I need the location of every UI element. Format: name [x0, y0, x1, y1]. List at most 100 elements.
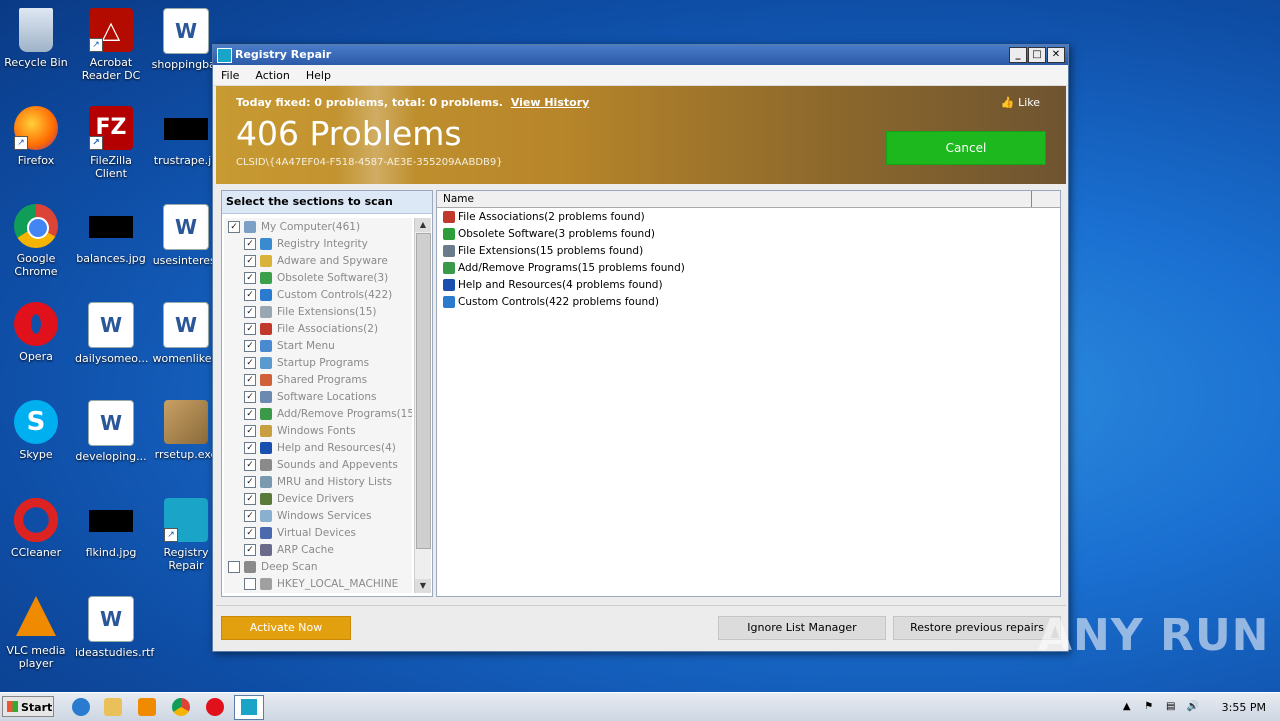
ie-icon[interactable]	[72, 698, 90, 716]
section-item[interactable]: ✓ Start Menu	[224, 337, 412, 354]
result-row[interactable]: Obsolete Software(3 problems found)	[437, 225, 1060, 242]
column-name[interactable]: Name	[437, 191, 1032, 207]
recycle-bin-icon[interactable]: Recycle Bin	[0, 8, 72, 69]
ccleaner-shortcut[interactable]: CCleaner	[0, 498, 72, 559]
section-item[interactable]: ✓ Obsolete Software(3)	[224, 269, 412, 286]
skype-shortcut[interactable]: S Skype	[0, 400, 72, 461]
volume-icon[interactable]: 🔊	[1186, 701, 1200, 713]
flkind-file[interactable]: flkind.jpg	[75, 498, 147, 559]
developing-file[interactable]: W developing...	[75, 400, 147, 463]
activate-now-button[interactable]: Activate Now	[221, 616, 351, 640]
section-item[interactable]: ✓ Adware and Spyware	[224, 252, 412, 269]
section-item[interactable]: ✓ Add/Remove Programs(15)	[224, 405, 412, 422]
section-checkbox[interactable]: ✓	[244, 509, 256, 522]
section-item[interactable]: ✓ MRU and History Lists	[224, 473, 412, 490]
fixed-summary: Today fixed: 0 problems, total: 0 proble…	[236, 96, 589, 109]
result-row[interactable]: Add/Remove Programs(15 problems found)	[437, 259, 1060, 276]
section-checkbox[interactable]: ✓	[244, 254, 256, 267]
section-checkbox[interactable]	[244, 577, 256, 590]
restore-previous-repairs-button[interactable]: Restore previous repairs	[893, 616, 1061, 640]
desktop-icon-label: developing...	[75, 450, 147, 463]
media-player-icon[interactable]	[138, 698, 156, 716]
registry-repair-taskbar-item[interactable]	[234, 695, 264, 720]
section-item[interactable]: ✓ Virtual Devices	[224, 524, 412, 541]
scroll-down-icon[interactable]: ▼	[415, 579, 431, 593]
firefox-shortcut[interactable]: ↗ Firefox	[0, 106, 72, 167]
menu-help[interactable]: Help	[298, 69, 339, 82]
balances-file[interactable]: balances.jpg	[75, 204, 147, 265]
result-row[interactable]: File Associations(2 problems found)	[437, 208, 1060, 225]
section-checkbox[interactable]: ✓	[244, 475, 256, 488]
word-doc-icon: W	[163, 8, 209, 54]
chrome-shortcut[interactable]: Google Chrome	[0, 204, 72, 278]
section-checkbox[interactable]: ✓	[244, 441, 256, 454]
acrobat-shortcut[interactable]: △ ↗ Acrobat Reader DC	[75, 8, 147, 82]
scroll-thumb[interactable]	[416, 233, 431, 549]
section-checkbox[interactable]: ✓	[244, 322, 256, 335]
ignore-list-manager-button[interactable]: Ignore List Manager	[718, 616, 886, 640]
section-item[interactable]: ✓ Device Drivers	[224, 490, 412, 507]
section-item[interactable]: ✓ Registry Integrity	[224, 235, 412, 252]
window-title: Registry Repair	[235, 48, 332, 61]
section-item[interactable]: ✓ Sounds and Appevents	[224, 456, 412, 473]
section-item[interactable]: ✓ Software Locations	[224, 388, 412, 405]
section-item[interactable]: ✓ Windows Services	[224, 507, 412, 524]
section-item[interactable]: ✓ Help and Resources(4)	[224, 439, 412, 456]
view-history-link[interactable]: View History	[511, 96, 589, 109]
flag-icon[interactable]: ⚑	[1142, 701, 1156, 713]
maximize-button[interactable]: □	[1028, 47, 1046, 63]
section-checkbox[interactable]: ✓	[244, 288, 256, 301]
scroll-up-icon[interactable]: ▲	[415, 218, 431, 232]
ideastudies-file[interactable]: W ideastudies.rtf	[75, 596, 154, 659]
menu-action[interactable]: Action	[247, 69, 297, 82]
section-checkbox[interactable]: ✓	[228, 220, 240, 233]
menu-file[interactable]: File	[213, 69, 247, 82]
section-item[interactable]: HKEY_LOCAL_MACHINE	[224, 575, 412, 592]
network-icon[interactable]: ▤	[1164, 701, 1178, 713]
section-checkbox[interactable]: ✓	[244, 424, 256, 437]
result-row[interactable]: File Extensions(15 problems found)	[437, 242, 1060, 259]
section-checkbox[interactable]: ✓	[244, 271, 256, 284]
section-checkbox[interactable]	[228, 560, 240, 573]
section-item[interactable]: ✓ Startup Programs	[224, 354, 412, 371]
section-checkbox[interactable]: ✓	[244, 390, 256, 403]
section-checkbox[interactable]: ✓	[244, 373, 256, 386]
registry-icon	[260, 237, 272, 250]
start-button[interactable]: Start	[2, 696, 54, 717]
section-checkbox[interactable]: ✓	[244, 526, 256, 539]
cancel-button[interactable]: Cancel	[886, 131, 1046, 165]
sections-scrollbar[interactable]: ▲ ▼	[414, 218, 431, 593]
section-item[interactable]: ✓ File Extensions(15)	[224, 303, 412, 320]
show-hidden-icons-icon[interactable]: ▲	[1120, 701, 1134, 713]
title-bar[interactable]: Registry Repair _ □ ✕	[213, 45, 1068, 65]
section-checkbox[interactable]: ✓	[244, 356, 256, 369]
file-icon	[260, 305, 272, 318]
section-item[interactable]: ✓ Windows Fonts	[224, 422, 412, 439]
section-checkbox[interactable]: ✓	[244, 492, 256, 505]
section-checkbox[interactable]: ✓	[244, 543, 256, 556]
vlc-shortcut[interactable]: VLC media player	[0, 596, 72, 670]
close-button[interactable]: ✕	[1047, 47, 1065, 63]
section-checkbox[interactable]: ✓	[244, 305, 256, 318]
section-item[interactable]: ✓ File Associations(2)	[224, 320, 412, 337]
opera-icon[interactable]	[206, 698, 224, 716]
section-checkbox[interactable]: ✓	[244, 458, 256, 471]
clock[interactable]: 3:55 PM	[1222, 701, 1266, 714]
section-item[interactable]: Deep Scan	[224, 558, 412, 575]
section-checkbox[interactable]: ✓	[244, 339, 256, 352]
minimize-button[interactable]: _	[1009, 47, 1027, 63]
filezilla-shortcut[interactable]: FZ ↗ FileZilla Client	[75, 106, 147, 180]
opera-shortcut[interactable]: Opera	[0, 302, 72, 363]
section-item[interactable]: ✓ ARP Cache	[224, 541, 412, 558]
section-checkbox[interactable]: ✓	[244, 237, 256, 250]
section-item[interactable]: ✓ Shared Programs	[224, 371, 412, 388]
explorer-icon[interactable]	[104, 698, 122, 716]
dailysomeo-file[interactable]: W dailysomeo...	[75, 302, 148, 365]
result-row[interactable]: Custom Controls(422 problems found)	[437, 293, 1060, 310]
section-item[interactable]: ✓ My Computer(461)	[224, 218, 412, 235]
result-row[interactable]: Help and Resources(4 problems found)	[437, 276, 1060, 293]
section-item[interactable]: ✓ Custom Controls(422)	[224, 286, 412, 303]
chrome-icon[interactable]	[172, 698, 190, 716]
like-button[interactable]: 👍 Like	[1001, 96, 1040, 109]
section-checkbox[interactable]: ✓	[244, 407, 256, 420]
